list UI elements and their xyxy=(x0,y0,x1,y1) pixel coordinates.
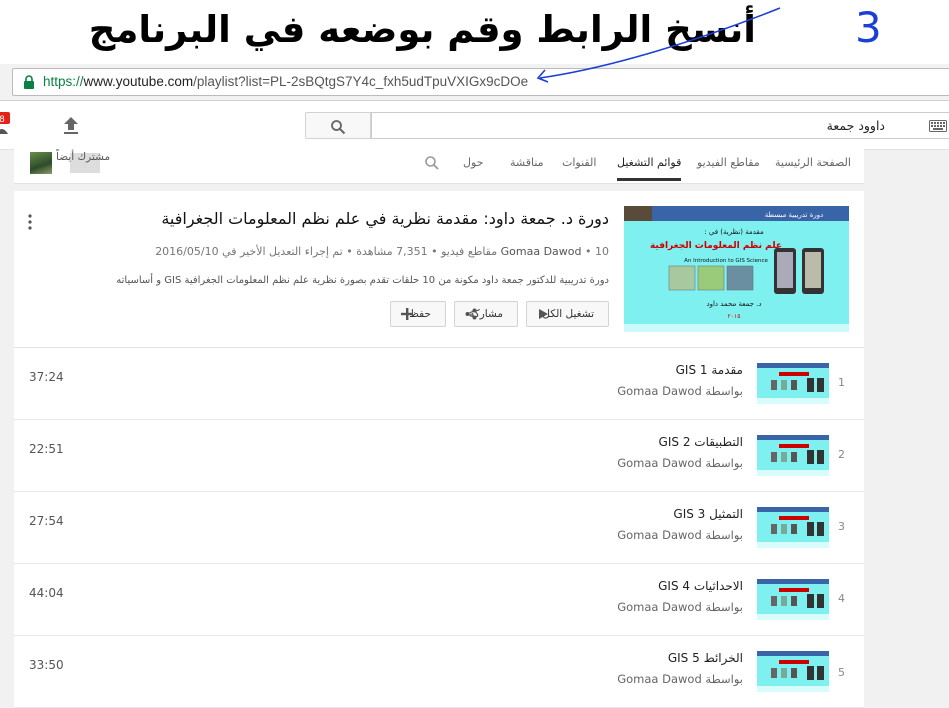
playlist-meta: Gomaa Dawod • 10 مقاطع فيديو • 7,351 مشا… xyxy=(155,245,609,258)
video-uploader[interactable]: بواسطة Gomaa Dawod xyxy=(617,528,743,542)
video-index: 4 xyxy=(838,592,845,605)
thumb-line3: An Introduction to GIS Science xyxy=(684,258,768,264)
video-title[interactable]: التطبيقات GIS 2 xyxy=(659,435,743,449)
video-row[interactable]: 3 التمثيل GIS 3 بواسطة Gomaa Dawod 27:54 xyxy=(14,492,864,564)
video-duration: 27:54 xyxy=(29,514,64,528)
video-thumbnail[interactable] xyxy=(757,651,829,692)
keyboard-icon[interactable] xyxy=(929,120,947,132)
video-row[interactable]: 4 الاحداثيات GIS 4 بواسطة Gomaa Dawod 44… xyxy=(14,564,864,636)
thumb-header-text: دورة تدريبية مبسطة xyxy=(765,211,824,219)
channel-nav: مشترك أيضاً حول مناقشة القنوات قوائم الت… xyxy=(14,149,864,184)
play-all-button[interactable]: تشغيل الكل xyxy=(526,301,609,327)
video-duration: 33:50 xyxy=(29,658,64,672)
video-duration: 22:51 xyxy=(29,442,64,456)
channel-search-icon[interactable] xyxy=(424,155,440,171)
playlist-description: دورة تدريبية للدكتور جمعة داود مكونة من … xyxy=(116,275,609,286)
search-button[interactable] xyxy=(305,112,371,139)
video-title[interactable]: التمثيل GIS 3 xyxy=(673,507,743,521)
save-button[interactable]: حفظ xyxy=(390,301,446,327)
tab-channels[interactable]: القنوات xyxy=(562,149,596,181)
playlist-video-list: 1 مقدمة GIS 1 بواسطة Gomaa Dawod 37:24 2… xyxy=(14,348,864,708)
video-thumbnail[interactable] xyxy=(757,507,829,548)
url-path: /playlist?list=PL-2sBQtgS7Y4c_fxh5udTpuV… xyxy=(193,74,529,89)
video-uploader[interactable]: بواسطة Gomaa Dawod xyxy=(617,384,743,398)
video-duration: 44:04 xyxy=(29,586,64,600)
url-host: www.youtube.com xyxy=(83,74,194,89)
subscribed-label: مشترك أيضاً xyxy=(56,151,111,163)
playlist-header: دورة د. جمعة داود: مقدمة نظرية في علم نظ… xyxy=(14,191,864,348)
tab-discussion[interactable]: مناقشة xyxy=(510,149,544,181)
search-input-value: داوود جمعة xyxy=(826,118,885,133)
video-uploader[interactable]: بواسطة Gomaa Dawod xyxy=(617,456,743,470)
instruction-banner: أنسخ الرابط وقم بوضعه في البرنامج xyxy=(0,0,949,64)
browser-address-bar: https://www.youtube.com/playlist?list=PL… xyxy=(0,64,949,101)
video-index: 2 xyxy=(838,448,845,461)
video-row[interactable]: 5 الخرائط GIS 5 بواسطة Gomaa Dawod 33:50 xyxy=(14,636,864,708)
tab-home[interactable]: الصفحة الرئيسية xyxy=(775,149,851,181)
tab-playlists[interactable]: قوائم التشغيل xyxy=(617,149,682,181)
lock-icon xyxy=(24,75,34,89)
video-title[interactable]: الاحداثيات GIS 4 xyxy=(658,579,743,593)
video-thumbnail[interactable] xyxy=(757,435,829,476)
url-scheme: https:// xyxy=(43,74,84,89)
share-icon xyxy=(465,308,477,320)
play-icon xyxy=(539,309,548,319)
video-title[interactable]: مقدمة GIS 1 xyxy=(676,363,743,377)
youtube-masthead: 8 داوود جمعة xyxy=(0,101,949,150)
url-field[interactable]: https://www.youtube.com/playlist?list=PL… xyxy=(12,68,949,96)
instruction-text: أنسخ الرابط وقم بوضعه في البرنامج xyxy=(88,8,756,51)
url-text: https://www.youtube.com/playlist?list=PL… xyxy=(43,69,528,95)
video-index: 1 xyxy=(838,376,845,389)
video-index: 5 xyxy=(838,666,845,679)
plus-icon xyxy=(401,308,413,320)
video-thumbnail[interactable] xyxy=(757,579,829,620)
search-icon xyxy=(331,120,346,135)
channel-avatar[interactable] xyxy=(30,152,52,174)
search-input[interactable]: داوود جمعة xyxy=(371,112,949,139)
video-uploader[interactable]: بواسطة Gomaa Dawod xyxy=(617,600,743,614)
video-thumbnail[interactable] xyxy=(757,363,829,404)
video-row[interactable]: 1 مقدمة GIS 1 بواسطة Gomaa Dawod 37:24 xyxy=(14,348,864,420)
thumb-line1: مقدمة (نظرية) في : xyxy=(704,228,764,236)
video-duration: 37:24 xyxy=(29,370,64,384)
upload-icon[interactable] xyxy=(60,114,82,136)
thumb-line2: علم نظم المعلومات الجغرافية xyxy=(650,241,782,251)
video-uploader[interactable]: بواسطة Gomaa Dawod xyxy=(617,672,743,686)
thumb-footer: ٢٠١٥ xyxy=(728,313,741,320)
more-options-icon[interactable] xyxy=(27,213,33,231)
notification-badge-count: 8 xyxy=(0,115,5,125)
tab-about[interactable]: حول xyxy=(463,149,483,181)
playlist-title[interactable]: دورة د. جمعة داود: مقدمة نظرية في علم نظ… xyxy=(161,209,609,228)
play-all-label: تشغيل الكل xyxy=(542,308,594,320)
share-button[interactable]: مشاركة xyxy=(454,301,518,327)
subscribed-indicator[interactable]: مشترك أيضاً xyxy=(30,151,130,177)
video-index: 3 xyxy=(838,520,845,533)
video-row[interactable]: 2 التطبيقات GIS 2 بواسطة Gomaa Dawod 22:… xyxy=(14,420,864,492)
playlist-thumbnail[interactable]: دورة تدريبية مبسطة مقدمة (نظرية) في : عل… xyxy=(624,206,849,332)
playlist-owner-link[interactable]: Gomaa Dawod xyxy=(501,245,582,258)
playlist-thumbnail-art: دورة تدريبية مبسطة مقدمة (نظرية) في : عل… xyxy=(624,206,849,332)
notification-bell-icon[interactable]: 8 xyxy=(0,112,10,134)
video-title[interactable]: الخرائط GIS 5 xyxy=(668,651,743,665)
tab-videos[interactable]: مقاطع الفيديو xyxy=(697,149,760,181)
thumb-author: د. جمعة محمد داود xyxy=(706,300,761,308)
